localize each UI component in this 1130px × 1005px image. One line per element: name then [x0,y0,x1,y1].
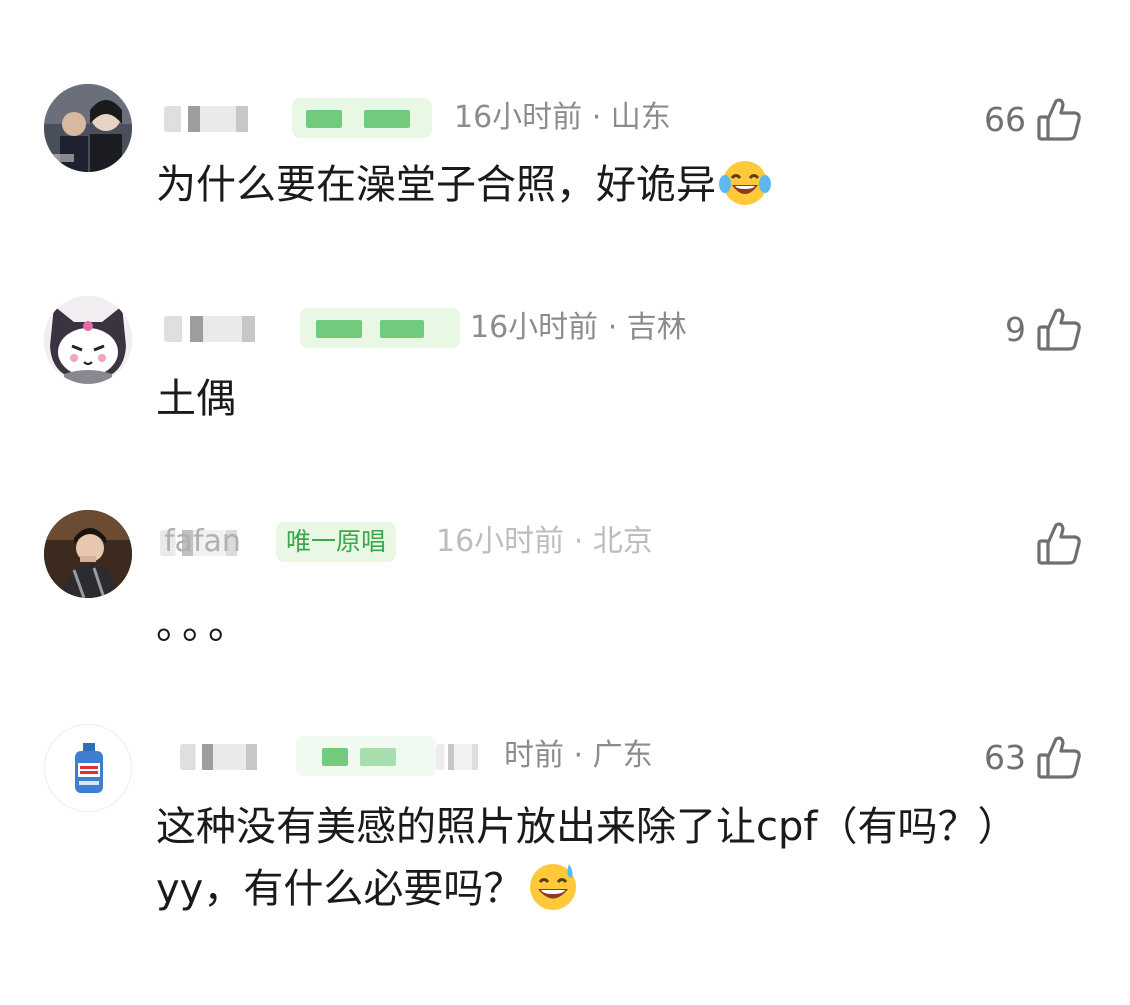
user-badge [292,98,432,138]
time-location: 16小时前 · 北京 [436,524,653,559]
comment-meta: 16小时前 · 吉林 [160,304,860,354]
user-badge [296,736,436,776]
comment-item: 16小时前 · 山东 66 为什么要在澡堂子合照，好诡异 [0,82,1130,282]
thumbs-up-icon [1036,305,1082,353]
thumbs-up-icon [1036,519,1082,567]
comment-item: 时前 · 广东 63 这种没有美感的照片放出来除了让cpf（有吗？）yy，有什么… [0,722,1130,962]
comment-body: 土偶 [156,376,236,422]
comment-item: fafan 唯一原唱 16小时前 · 北京 。。。 [0,510,1130,710]
time-location: 16小时前 · 吉林 [470,310,687,345]
like-button[interactable]: 9 [1005,304,1082,354]
time-location: 16小时前 · 山东 [454,100,671,135]
username[interactable] [164,106,284,132]
avatar[interactable] [44,724,132,812]
tears-of-joy-emoji [718,158,772,226]
avatar[interactable] [44,84,132,172]
comment-meta: 时前 · 广东 [160,732,860,782]
comment-meta: 16小时前 · 山东 [160,94,860,144]
comment-body: 。。。 [156,602,254,648]
like-count: 66 [984,99,1026,139]
like-button[interactable]: 63 [984,732,1082,782]
like-count: 63 [984,737,1026,777]
like-count: 9 [1005,309,1026,349]
comment-item: 16小时前 · 吉林 9 土偶 [0,296,1130,496]
comment-body: 为什么要在澡堂子合照，好诡异 [156,154,1056,226]
avatar[interactable] [44,510,132,598]
like-button[interactable]: 66 [984,94,1082,144]
username[interactable] [164,316,294,342]
like-button[interactable] [1026,518,1082,568]
user-badge [300,308,460,348]
thumbs-up-icon [1036,733,1082,781]
comment-meta: fafan 唯一原唱 16小时前 · 北京 [160,518,860,568]
user-badge: 唯一原唱 [276,522,397,562]
grinning-sweat-emoji [525,860,581,930]
username[interactable] [180,744,290,770]
time-location: 时前 · 广东 [504,738,653,773]
thumbs-up-icon [1036,95,1082,143]
username-text[interactable]: fafan [164,522,241,562]
avatar[interactable] [44,296,132,384]
comment-body: 这种没有美感的照片放出来除了让cpf（有吗？）yy，有什么必要吗？ [156,796,1026,930]
